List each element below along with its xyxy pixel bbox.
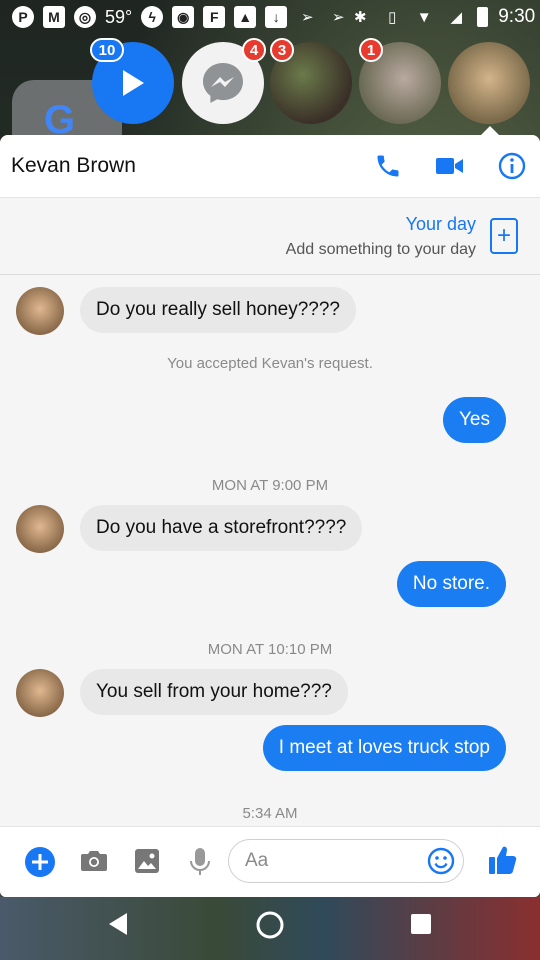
back-button[interactable]	[106, 911, 130, 937]
recents-button[interactable]	[410, 913, 432, 935]
timestamp-divider: MON AT 9:00 PM	[211, 477, 329, 494]
messenger-icon: ϟ	[141, 6, 164, 28]
avatar[interactable]	[16, 505, 64, 553]
info-icon[interactable]	[498, 152, 526, 180]
message-composer	[0, 826, 540, 897]
chat-head-badge: 10	[90, 38, 124, 62]
microphone-icon	[190, 848, 210, 875]
temperature: 59°	[105, 6, 133, 27]
signal-icon: ◢	[450, 9, 462, 26]
back-triangle-icon	[109, 913, 127, 935]
plus-circle-icon	[25, 847, 55, 877]
avatar[interactable]	[16, 669, 64, 717]
message-input[interactable]	[243, 849, 417, 873]
message-list: Do you really sell honey???? You accepte…	[0, 275, 540, 827]
timestamp-divider: 5:34 AM	[242, 805, 298, 822]
camera-icon	[81, 851, 107, 871]
bluetooth-icon: ✱	[353, 9, 367, 26]
chat-head-contact[interactable]: 1	[359, 38, 441, 124]
your-day-banner[interactable]: Your day Add something to your day +	[0, 198, 540, 275]
status-bar: P M ◎ 59° ϟ ◉ F ▲ ↓ ➢ ➢ ✱ ▯ ▼ ◢ 9:30	[0, 0, 540, 34]
chat-head-video[interactable]: 10	[90, 38, 174, 124]
chat-head-badge: 3	[270, 38, 294, 62]
chat-heads-bar: 10 4 3 1	[0, 38, 540, 128]
emoji-icon[interactable]	[427, 847, 455, 875]
your-day-subtitle: Add something to your day	[285, 240, 476, 258]
message-input-container[interactable]	[228, 839, 464, 883]
gallery-button[interactable]	[134, 848, 160, 874]
incoming-message-bubble[interactable]: Do you have a storefront????	[80, 505, 363, 551]
incoming-message-bubble[interactable]: You sell from your home???	[80, 669, 348, 715]
chat-header: Kevan Brown	[0, 135, 540, 198]
gmail-icon: M	[43, 6, 65, 28]
chrome-icon: ◎	[74, 6, 96, 28]
flipboard-icon: F	[203, 6, 226, 28]
video-call-icon[interactable]	[436, 155, 464, 177]
contact-name[interactable]: Kevan Brown	[0, 154, 136, 178]
add-to-day-button[interactable]: +	[490, 218, 518, 254]
voice-record-button[interactable]	[189, 847, 211, 877]
chat-head-badge: 1	[359, 38, 383, 62]
chat-head-contact[interactable]: 3	[270, 38, 352, 124]
timestamp-divider: MON AT 10:10 PM	[207, 641, 333, 658]
system-message: You accepted Kevan's request.	[167, 355, 373, 372]
chat-head-active-contact[interactable]	[448, 42, 530, 124]
messenger-logo-icon	[203, 63, 243, 103]
your-day-title: Your day	[405, 213, 476, 234]
pinterest-icon: P	[12, 6, 34, 28]
outgoing-message-bubble[interactable]: No store.	[396, 561, 506, 607]
download-icon: ↓	[265, 6, 288, 28]
home-circle-icon	[256, 911, 284, 939]
phone-call-icon[interactable]	[374, 152, 402, 180]
home-button[interactable]	[254, 909, 286, 941]
avatar[interactable]	[16, 287, 64, 335]
gallery-icon: ▲	[234, 6, 257, 28]
instagram-icon: ◉	[172, 6, 195, 28]
more-actions-button[interactable]	[24, 846, 56, 878]
send-icon: ➢	[331, 9, 345, 26]
battery-icon	[477, 7, 489, 27]
outgoing-message-bubble[interactable]: I meet at loves truck stop	[262, 725, 506, 771]
recents-square-icon	[411, 914, 431, 934]
incoming-message-bubble[interactable]: Do you really sell honey????	[80, 287, 356, 333]
send-icon: ➢	[300, 9, 314, 26]
chat-window: Kevan Brown Your day Add something to yo…	[0, 135, 540, 897]
vibrate-icon: ▯	[388, 9, 397, 26]
chat-head-messenger[interactable]: 4	[182, 38, 266, 124]
chat-head-badge: 4	[242, 38, 266, 62]
play-icon	[123, 70, 144, 96]
like-button[interactable]	[488, 844, 518, 876]
thumbs-up-icon	[489, 846, 517, 874]
wifi-icon: ▼	[416, 8, 432, 26]
camera-button[interactable]	[80, 849, 108, 873]
image-icon	[135, 849, 159, 873]
system-navigation-bar	[0, 897, 540, 960]
outgoing-message-bubble[interactable]: Yes	[443, 397, 506, 443]
clock: 9:30	[498, 6, 536, 27]
